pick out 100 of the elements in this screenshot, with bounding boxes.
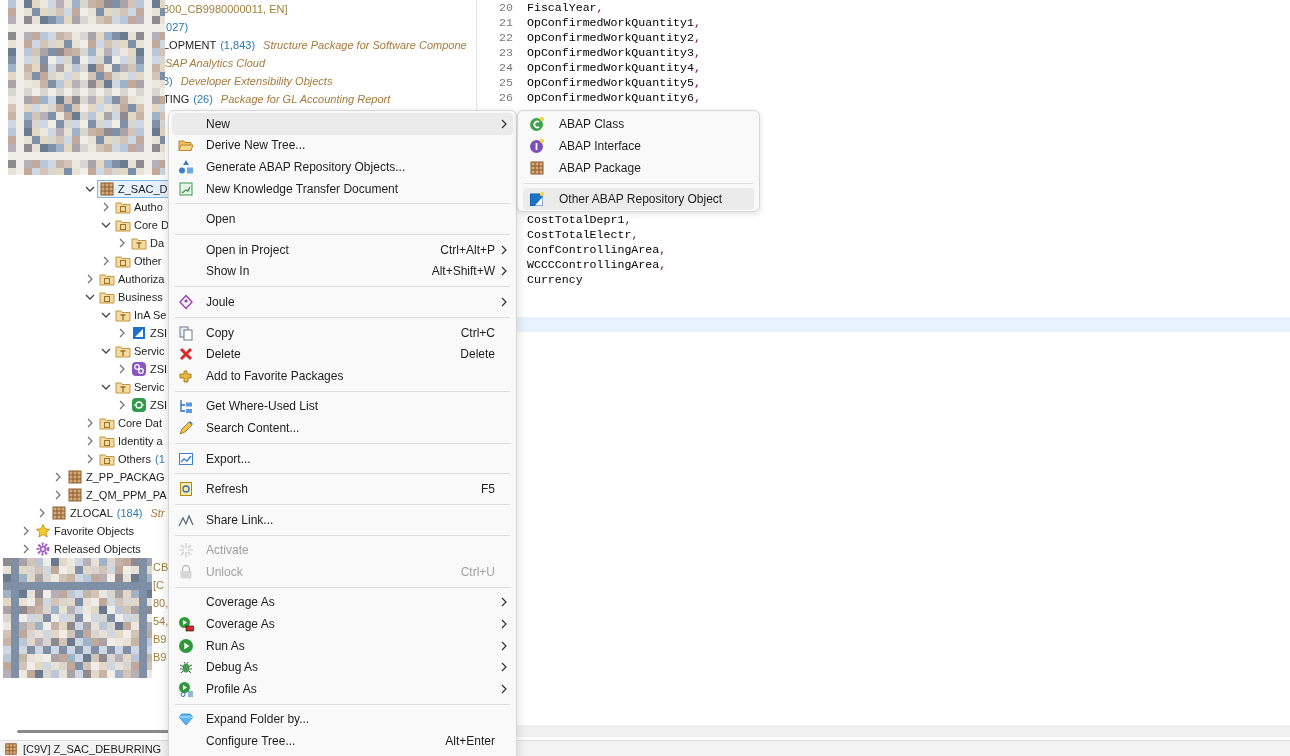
scrollbar[interactable] [515, 725, 1290, 737]
menu-item[interactable]: Delete Delete [172, 343, 513, 365]
tree-item-label: Servic [134, 381, 165, 393]
expand-toggle-icon[interactable] [101, 310, 111, 320]
line-number: 22 [498, 30, 514, 45]
menu-item[interactable]: Run As [172, 634, 513, 657]
tree-item[interactable]: Z_QM_PPM_PA [65, 486, 169, 504]
menu-item[interactable]: Expand Folder by... [172, 708, 513, 731]
menu-item[interactable]: Show In Alt+Shift+W [172, 260, 513, 283]
tree-item[interactable]: Other [113, 252, 164, 270]
menu-item[interactable]: Configure Tree... Alt+Enter [172, 730, 513, 752]
tree-item[interactable]: Identity a [97, 432, 165, 450]
tree-item[interactable]: Z_SAC_D [97, 180, 170, 198]
item-count: (26) [193, 93, 213, 105]
menu-item[interactable]: Get Where-Used List [172, 395, 513, 418]
tree-item[interactable]: ZSI [129, 324, 170, 342]
expand-toggle-icon[interactable] [101, 202, 111, 212]
menu-item[interactable]: New Knowledge Transfer Document [172, 177, 513, 200]
menu-item[interactable]: New [172, 113, 513, 135]
folder-icon [115, 217, 131, 233]
menu-item[interactable]: Open [172, 208, 513, 230]
expand-toggle-icon[interactable] [101, 346, 111, 356]
menu-item[interactable]: Generate ABAP Repository Objects... [172, 156, 513, 178]
menu-item[interactable]: Other ABAP Repository Object [523, 188, 754, 210]
expand-toggle-icon[interactable] [101, 382, 111, 392]
expand-toggle-icon[interactable] [85, 454, 95, 464]
tree-item[interactable]: Z_PP_PACKAG [65, 468, 167, 486]
menu-item[interactable]: Joule [172, 291, 513, 313]
tree-item[interactable]: ZLOCAL (184) Str [49, 504, 167, 522]
menu-item[interactable]: Add to Favorite Packages [172, 364, 513, 387]
expand-toggle-icon[interactable] [21, 526, 31, 536]
tree-item-label: Favorite Objects [54, 525, 135, 537]
tree-item-text: [C [153, 579, 164, 591]
expand-toggle-icon[interactable] [37, 508, 47, 518]
tree-item[interactable]: Autho [113, 198, 165, 216]
tree-item[interactable]: Favorite Objects [33, 522, 137, 540]
menu-item[interactable]: ABAP Interface [523, 135, 754, 157]
tree-item[interactable]: ZSI [129, 396, 170, 414]
folder-icon [115, 343, 131, 359]
menu-item[interactable]: Copy Ctrl+C [172, 321, 513, 344]
code-line: Currency [527, 273, 583, 286]
expand-toggle-icon[interactable] [85, 436, 95, 446]
tree-item-text: 800_CB9980000011, EN] [163, 3, 288, 15]
expand-toggle-icon[interactable] [85, 292, 95, 302]
menu-item[interactable]: Share Link... [172, 508, 513, 531]
item-count: ,027) [163, 21, 189, 33]
item-count: (1 [155, 453, 165, 465]
tree-item[interactable]: Authoriza [97, 270, 167, 288]
tree-item[interactable]: Others (1 [97, 450, 167, 468]
page-icon [178, 481, 194, 498]
profile-icon [178, 680, 194, 697]
tree-item-label: ZSI [150, 327, 168, 339]
expand-toggle-icon[interactable] [101, 220, 111, 230]
code-line: WCCCControllingArea, [527, 258, 667, 271]
menu-item[interactable]: Coverage As [172, 613, 513, 635]
expand-toggle-icon[interactable] [117, 238, 127, 248]
chevron-icon [501, 662, 507, 673]
expand-toggle-icon[interactable] [85, 274, 95, 284]
code-line: OpConfirmedWorkQuantity6, [527, 91, 701, 104]
line-number: 26 [498, 90, 514, 105]
menu-item[interactable]: Search Content... [172, 417, 513, 439]
tree-item[interactable]: Core D [113, 216, 171, 234]
expand-toggle-icon[interactable] [85, 184, 95, 194]
code-line: OpConfirmedWorkQuantity3, [527, 46, 701, 59]
menu-item[interactable]: Export... [172, 447, 513, 470]
expand-toggle-icon[interactable] [117, 328, 127, 338]
tree-item[interactable]: Core Dat [97, 414, 165, 432]
tree-item[interactable]: Da [129, 234, 167, 252]
folder-icon [178, 137, 194, 154]
tree-item[interactable]: Business [97, 288, 165, 306]
code-line: OpConfirmedWorkQuantity2, [527, 31, 701, 44]
expand-toggle-icon[interactable] [117, 400, 127, 410]
tree-item[interactable]: Servic [113, 342, 167, 360]
tree-item-label: ZSI [150, 399, 168, 411]
tree-item-text: B9 [153, 633, 167, 645]
coverage-icon [178, 616, 194, 633]
gear-icon [35, 541, 51, 557]
expand-toggle-icon[interactable] [53, 490, 63, 500]
tree-item[interactable]: Released Objects [33, 540, 143, 558]
menu-item[interactable]: Profile As [172, 678, 513, 700]
tree-item[interactable]: InA Se [113, 306, 169, 324]
menu-item[interactable]: ABAP Package [523, 157, 754, 179]
menu-item[interactable]: Refresh F5 [172, 478, 513, 500]
tree-item[interactable]: Servic [113, 378, 167, 396]
expand-toggle-icon[interactable] [117, 364, 127, 374]
menu-item[interactable]: Coverage As [172, 591, 513, 614]
menu-item[interactable]: Derive New Tree... [172, 134, 513, 157]
tree-item[interactable]: ZSI [129, 360, 170, 378]
folder-icon [115, 253, 131, 269]
menu-item[interactable]: ABAP Class [523, 113, 754, 135]
tree-item-label: Others [118, 453, 151, 465]
tree-item-label: Business [118, 291, 163, 303]
expand-toggle-icon[interactable] [21, 544, 31, 554]
menu-item[interactable]: Open in Project Ctrl+Alt+P [172, 238, 513, 261]
expand-toggle-icon[interactable] [85, 418, 95, 428]
status-text: [C9V] Z_SAC_DEBURRING [23, 742, 162, 755]
expand-toggle-icon[interactable] [101, 256, 111, 266]
expand-toggle-icon[interactable] [53, 472, 63, 482]
folder-icon [99, 433, 115, 449]
menu-item[interactable]: Debug As [172, 656, 513, 679]
